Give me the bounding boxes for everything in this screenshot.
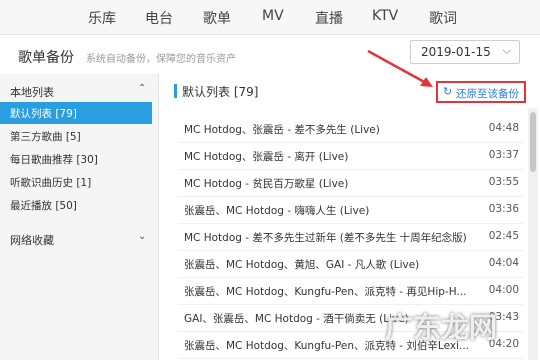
arrow-shaft (367, 49, 429, 86)
watermark-logo: 广东龙网 (385, 311, 498, 344)
